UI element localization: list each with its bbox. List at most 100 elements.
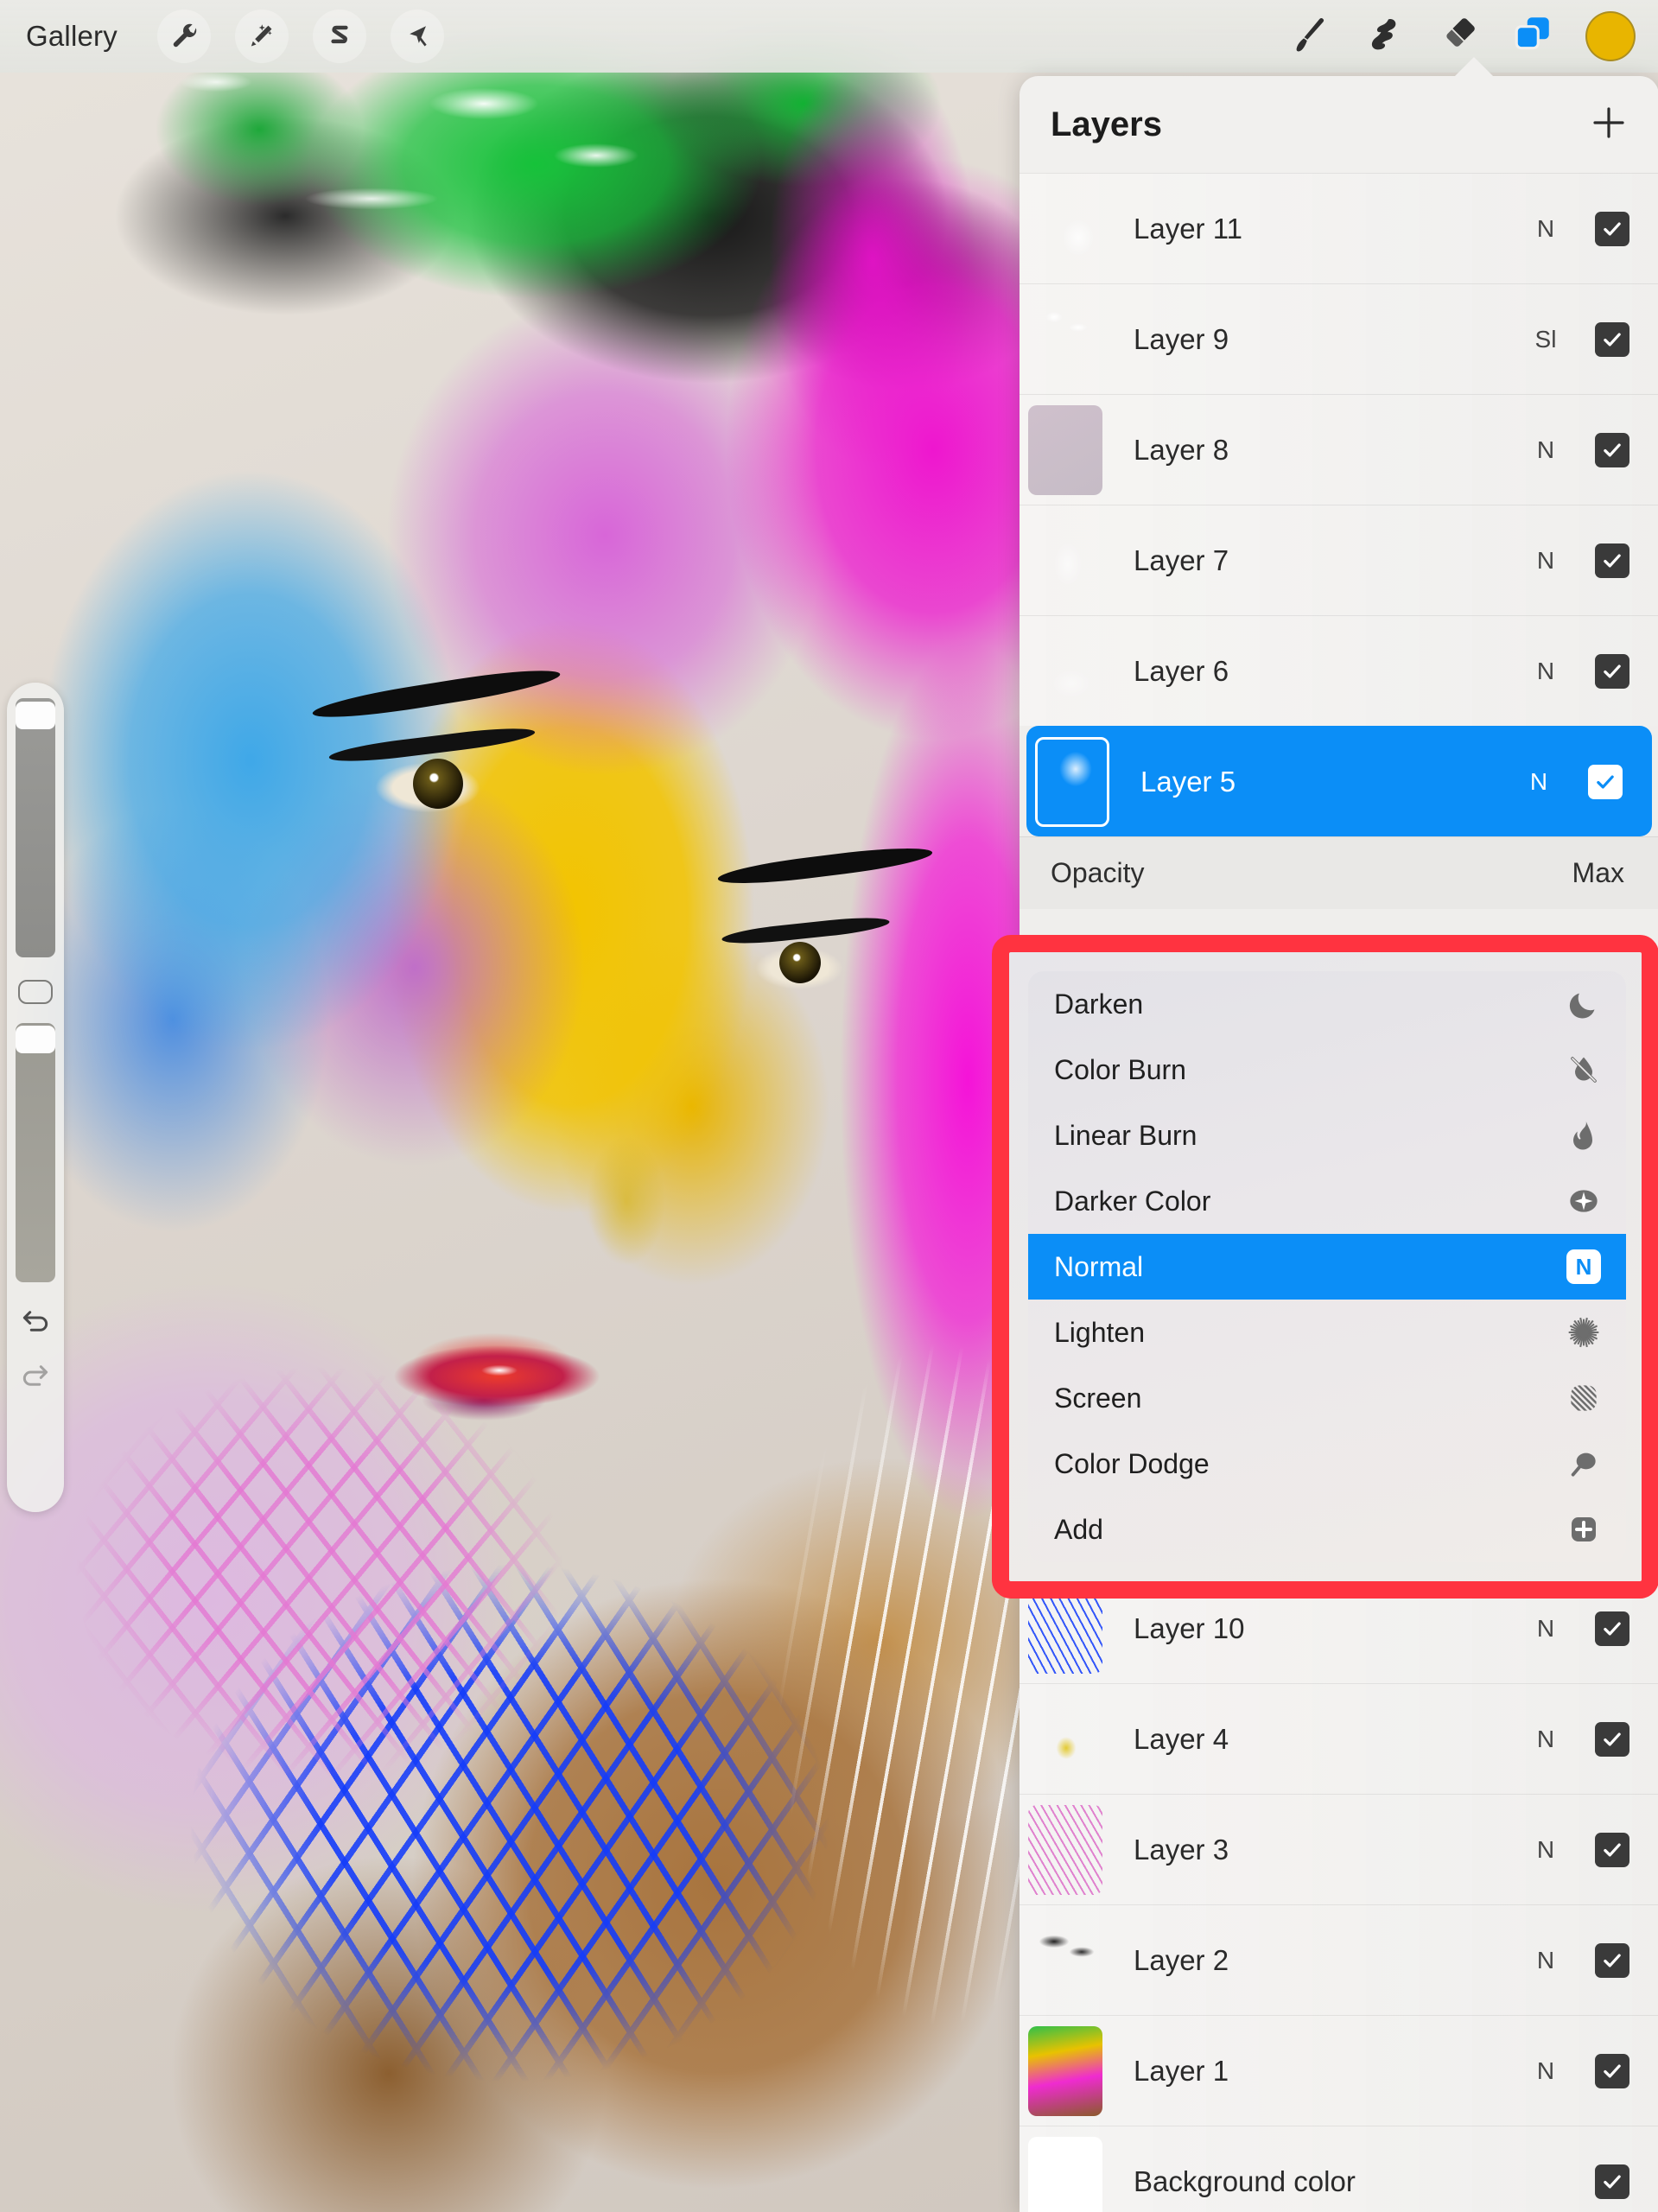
layer-name: Layer 3: [1134, 1833, 1229, 1866]
layer-visibility-checkbox[interactable]: [1595, 211, 1629, 246]
n-badge-icon: N: [1564, 1249, 1604, 1284]
blend-mode-item[interactable]: Color Burn: [1028, 1037, 1626, 1103]
smudge-button[interactable]: [1347, 0, 1421, 73]
blend-mode-label: Add: [1054, 1513, 1103, 1545]
paint-brush-icon: [1290, 15, 1330, 59]
blend-mode-item[interactable]: Lighten: [1028, 1300, 1626, 1365]
layer-thumbnail[interactable]: [1028, 1694, 1102, 1784]
color-swatch-button[interactable]: [1585, 11, 1636, 61]
undo-button[interactable]: [16, 1305, 54, 1342]
layer-row[interactable]: Layer 5 N: [1026, 726, 1652, 836]
layer-visibility-checkbox[interactable]: [1595, 543, 1629, 578]
blend-mode-item[interactable]: Darker Color: [1028, 1168, 1626, 1234]
layer-visibility-checkbox[interactable]: [1595, 1611, 1629, 1646]
layers-panel-header: Layers: [1020, 76, 1658, 173]
layer-visibility-checkbox[interactable]: [1595, 321, 1629, 357]
blend-mode-item[interactable]: Linear Burn: [1028, 1103, 1626, 1168]
layer-visibility-checkbox[interactable]: [1595, 432, 1629, 467]
layer-row[interactable]: Background color: [1020, 2126, 1658, 2212]
layer-row[interactable]: Layer 6 N: [1020, 615, 1658, 726]
layer-blend-mode-indicator[interactable]: N: [1515, 658, 1576, 685]
layer-thumbnail[interactable]: [1028, 2136, 1102, 2212]
layer-row[interactable]: Layer 10 N: [1020, 1573, 1658, 1683]
layer-thumbnail[interactable]: [1028, 1804, 1102, 1895]
layer-thumbnail[interactable]: [1028, 515, 1102, 606]
layer-row[interactable]: Layer 7 N: [1020, 505, 1658, 615]
layer-thumbnail[interactable]: [1028, 294, 1102, 385]
transform-arrow-icon: [403, 22, 431, 50]
blend-mode-label: Color Burn: [1054, 1053, 1186, 1085]
gallery-button[interactable]: Gallery: [26, 20, 118, 53]
layer-visibility-checkbox[interactable]: [1595, 653, 1629, 689]
layer-blend-mode-indicator[interactable]: N: [1515, 1615, 1576, 1643]
layer-row[interactable]: Layer 2 N: [1020, 1904, 1658, 2015]
layer-thumbnail[interactable]: [1028, 183, 1102, 274]
actions-wrench-button[interactable]: [156, 10, 211, 63]
opacity-value: Max: [1572, 857, 1624, 888]
layer-row[interactable]: Layer 1 N: [1020, 2015, 1658, 2126]
blend-mode-list: Darken Color Burn Linear Burn Darker Color N…: [1028, 971, 1626, 1562]
blend-mode-label: Color Dodge: [1054, 1447, 1210, 1479]
right-eyebrow: [716, 842, 934, 890]
layer-blend-mode-indicator[interactable]: N: [1515, 2057, 1576, 2085]
paint-brush-button[interactable]: [1273, 0, 1347, 73]
blend-mode-item[interactable]: Color Dodge: [1028, 1431, 1626, 1497]
blend-mode-item[interactable]: Darken: [1028, 971, 1626, 1037]
layer-thumbnail[interactable]: [1035, 736, 1109, 827]
layer-row[interactable]: Layer 3 N: [1020, 1794, 1658, 1904]
layer-thumbnail[interactable]: [1028, 2025, 1102, 2116]
opacity-label: Opacity: [1051, 857, 1145, 888]
layer-blend-mode-indicator[interactable]: N: [1515, 1836, 1576, 1864]
layer-visibility-checkbox[interactable]: [1595, 2053, 1629, 2088]
modify-button[interactable]: [18, 980, 53, 1004]
blend-mode-label: Darker Color: [1054, 1185, 1211, 1217]
transform-arrow-button[interactable]: [390, 10, 444, 63]
smudge-icon: [1363, 14, 1405, 60]
layer-thumbnail[interactable]: [1028, 1583, 1102, 1674]
brush-size-slider[interactable]: [16, 698, 55, 957]
layer-name: Layer 4: [1134, 1722, 1229, 1755]
blend-mode-item[interactable]: Add: [1028, 1497, 1626, 1562]
magnifier-icon: [1564, 1446, 1604, 1481]
layer-blend-mode-indicator[interactable]: N: [1515, 215, 1576, 243]
layer-blend-mode-indicator[interactable]: Sl: [1515, 326, 1576, 353]
flame-icon: [1564, 1118, 1604, 1153]
layer-visibility-checkbox[interactable]: [1595, 1721, 1629, 1757]
layer-visibility-checkbox[interactable]: [1595, 2164, 1629, 2199]
redo-button[interactable]: [16, 1359, 54, 1396]
brush-size-slider-thumb[interactable]: [16, 702, 55, 730]
layer-row[interactable]: Layer 9 Sl: [1020, 283, 1658, 394]
layer-thumbnail[interactable]: [1028, 626, 1102, 716]
layer-visibility-checkbox[interactable]: [1588, 764, 1623, 799]
layer-blend-mode-indicator[interactable]: N: [1515, 436, 1576, 464]
blend-mode-item[interactable]: Screen: [1028, 1365, 1626, 1431]
layer-row[interactable]: Layer 11 N: [1020, 173, 1658, 283]
layer-blend-mode-indicator[interactable]: N: [1509, 768, 1569, 796]
add-layer-button[interactable]: [1588, 102, 1629, 148]
layers-button[interactable]: [1496, 0, 1570, 73]
layers-panel-title: Layers: [1051, 105, 1162, 143]
layer-thumbnail[interactable]: [1028, 404, 1102, 495]
opacity-row[interactable]: Opacity Max: [1020, 836, 1658, 909]
brush-opacity-slider[interactable]: [16, 1023, 55, 1282]
layer-name: Layer 9: [1134, 322, 1229, 355]
pink-hatch-strokes: [52, 1331, 588, 1815]
layer-visibility-checkbox[interactable]: [1595, 1942, 1629, 1978]
layer-blend-mode-indicator[interactable]: N: [1515, 1726, 1576, 1753]
selection-button[interactable]: [312, 10, 366, 63]
moon-icon: [1564, 987, 1604, 1021]
layer-name: Layer 2: [1134, 1943, 1229, 1976]
layer-visibility-checkbox[interactable]: [1595, 1832, 1629, 1867]
layer-blend-mode-indicator[interactable]: N: [1515, 547, 1576, 575]
layer-name: Background color: [1134, 2164, 1356, 2197]
droplet-slash-icon: [1564, 1052, 1604, 1087]
layer-name: Layer 1: [1134, 2054, 1229, 2087]
right-eye-pupil: [779, 942, 821, 983]
adjustments-wand-button[interactable]: [234, 10, 289, 63]
blend-mode-item[interactable]: Normal N: [1028, 1234, 1626, 1300]
layer-thumbnail[interactable]: [1028, 1915, 1102, 2005]
layer-row[interactable]: Layer 8 N: [1020, 394, 1658, 505]
layer-row[interactable]: Layer 4 N: [1020, 1683, 1658, 1794]
layer-blend-mode-indicator[interactable]: N: [1515, 1947, 1576, 1974]
brush-opacity-slider-thumb[interactable]: [16, 1025, 55, 1053]
